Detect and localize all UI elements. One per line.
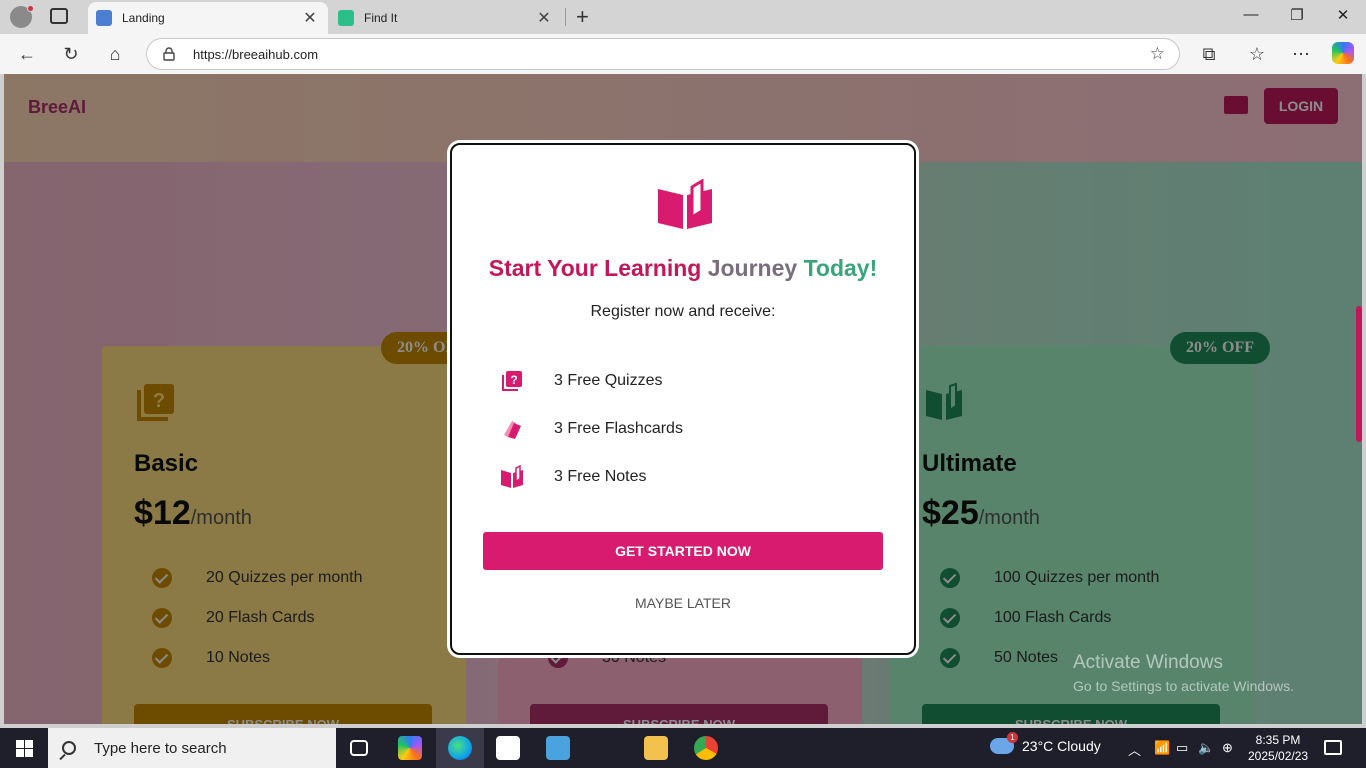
address-bar[interactable]: https://breeaihub.com ☆ [146, 38, 1180, 70]
search-icon [62, 741, 76, 755]
quiz-icon: ? [502, 371, 522, 391]
title-part-1: Start Your Learning [488, 255, 702, 281]
task-view-icon[interactable] [350, 740, 368, 756]
site-favicon-icon [96, 10, 112, 26]
language-icon[interactable]: ⊕ [1222, 740, 1233, 756]
activate-windows-watermark: Activate Windows Go to Settings to activ… [1073, 652, 1294, 694]
title-part-3: Today! [803, 255, 878, 281]
title-part-2: Journey [707, 255, 798, 281]
microsoft-store-icon[interactable] [496, 736, 520, 760]
more-menu-icon[interactable]: ⋯ [1288, 42, 1314, 66]
watermark-subtitle: Go to Settings to activate Windows. [1073, 678, 1294, 694]
modal-subtitle: Register now and receive: [590, 303, 776, 320]
refresh-icon[interactable]: ↻ [58, 42, 84, 66]
notes-icon [501, 465, 523, 488]
modal-title: Start Your Learning Journey Today! [452, 255, 914, 282]
weather-text: 23°C Cloudy [1022, 738, 1101, 754]
tab-actions-icon[interactable] [50, 8, 68, 24]
minimize-icon[interactable]: — [1236, 6, 1266, 23]
close-tab-icon[interactable]: ✕ [536, 8, 552, 28]
network-icon[interactable]: 📶 [1154, 740, 1170, 756]
benefit-label: 3 Free Quizzes [554, 372, 663, 389]
restore-icon[interactable]: ❐ [1282, 6, 1312, 24]
tab-separator [565, 8, 566, 26]
windows-taskbar: Type here to search 1 23°C Cloudy ︿ 📶 ▭ … [0, 728, 1366, 768]
benefit-item: ? 3 Free Quizzes [500, 369, 662, 393]
folder-favicon-icon [338, 10, 354, 26]
chrome-icon[interactable] [694, 736, 718, 760]
edge-browser-icon[interactable] [448, 736, 472, 760]
maybe-later-button[interactable]: MAYBE LATER [452, 595, 914, 611]
svg-text:?: ? [510, 373, 517, 387]
clock-date: 2025/02/23 [1248, 749, 1309, 763]
control-panel-icon[interactable] [546, 736, 570, 760]
home-icon[interactable]: ⌂ [102, 42, 128, 66]
benefit-label: 3 Free Flashcards [554, 420, 683, 437]
taskbar-search-box[interactable]: Type here to search [48, 728, 336, 768]
flashcards-icon [504, 421, 521, 439]
benefit-item: 3 Free Flashcards [500, 417, 683, 441]
url-text: https://breeaihub.com [193, 47, 319, 62]
battery-icon[interactable]: ▭ [1176, 740, 1188, 756]
system-clock[interactable]: 8:35 PM 2025/02/23 [1248, 732, 1308, 764]
weather-widget[interactable]: 1 23°C Cloudy [990, 732, 1101, 754]
signup-modal: Start Your Learning Journey Today! Regis… [450, 143, 916, 655]
weather-badge: 1 [1007, 732, 1018, 743]
watermark-title: Activate Windows [1073, 652, 1223, 673]
copilot-icon[interactable] [1332, 42, 1354, 64]
cloud-icon: 1 [990, 732, 1018, 754]
benefit-label: 3 Free Notes [554, 468, 647, 485]
notification-center-icon[interactable] [1324, 740, 1342, 755]
page-scrollbar-thumb[interactable] [1356, 306, 1362, 442]
back-arrow-icon[interactable]: ← [14, 42, 40, 66]
windows-start-icon[interactable] [16, 740, 33, 757]
tab-title: Find It [364, 11, 398, 25]
notification-dot [27, 5, 34, 12]
browser-tab-bar: Landing ✕ Find It ✕ + — ❐ ✕ [0, 0, 1366, 34]
file-explorer-icon[interactable] [644, 736, 668, 760]
volume-icon[interactable]: 🔈 [1198, 740, 1214, 756]
new-tab-icon[interactable]: + [576, 4, 589, 30]
browser-nav-bar: ← ↻ ⌂ https://breeaihub.com ☆ ⧉ ☆ ⋯ [0, 34, 1366, 74]
clock-time: 8:35 PM [1255, 733, 1301, 747]
profile-avatar-icon[interactable] [10, 5, 34, 28]
web-page: BreeAI LOGIN ? Basic $12/month 20 Quizze… [4, 74, 1362, 724]
open-book-icon [658, 179, 712, 229]
get-started-button[interactable]: GET STARTED NOW [483, 532, 883, 570]
copilot-taskbar-icon[interactable] [398, 736, 422, 760]
close-window-icon[interactable]: ✕ [1328, 6, 1358, 24]
tab-title: Landing [122, 11, 165, 25]
lock-icon[interactable] [163, 47, 175, 61]
chevron-up-icon[interactable]: ︿ [1128, 740, 1141, 759]
extensions-icon[interactable]: ⧉ [1196, 42, 1222, 66]
favorite-star-icon[interactable]: ☆ [1150, 44, 1165, 64]
benefit-item: 3 Free Notes [500, 465, 646, 489]
tab-landing[interactable]: Landing ✕ [88, 2, 328, 34]
close-tab-icon[interactable]: ✕ [302, 8, 318, 28]
favorites-icon[interactable]: ☆ [1244, 42, 1270, 66]
tab-find-it[interactable]: Find It ✕ [330, 2, 562, 34]
search-placeholder: Type here to search [94, 739, 227, 757]
